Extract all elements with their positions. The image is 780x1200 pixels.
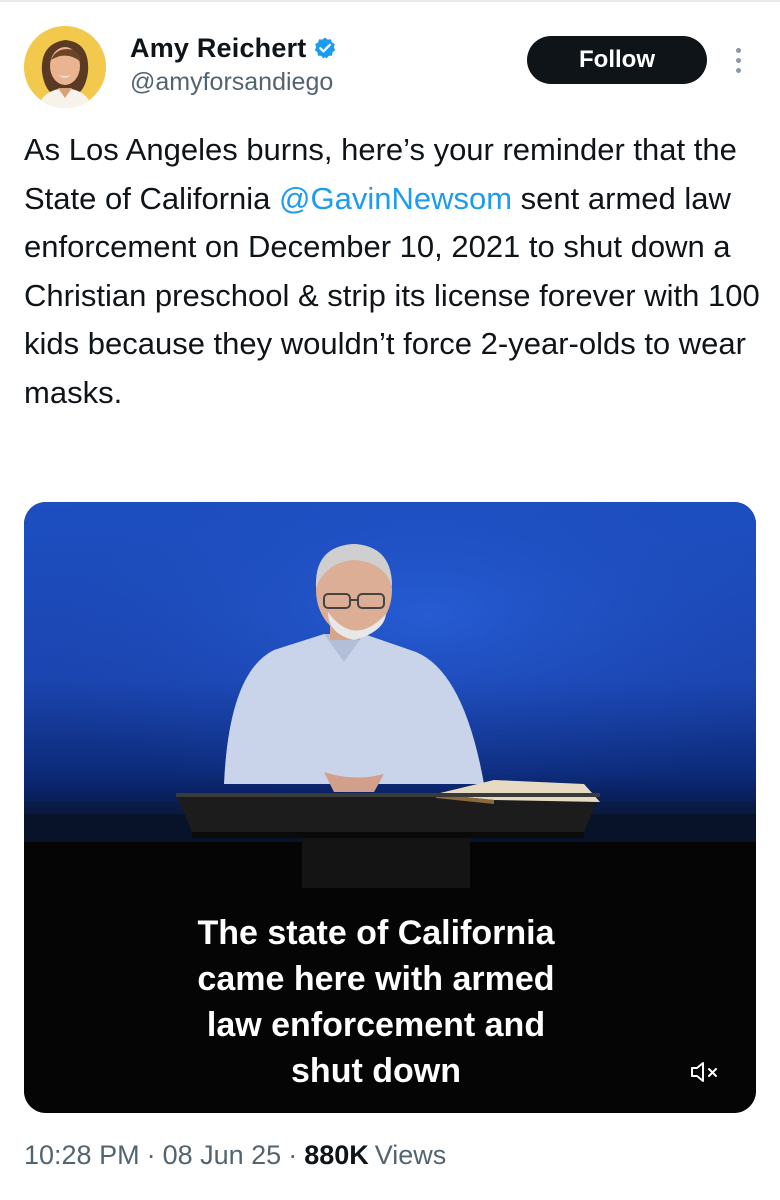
views-count[interactable]: 880K bbox=[304, 1140, 369, 1171]
tweet-time[interactable]: 10:28 PM bbox=[24, 1140, 140, 1171]
avatar-photo bbox=[24, 26, 106, 108]
video-frame bbox=[24, 502, 756, 1113]
more-dot bbox=[735, 67, 741, 73]
views-label: Views bbox=[374, 1140, 447, 1170]
video-player[interactable]: The state of California came here with a… bbox=[24, 502, 756, 1113]
tweet-text: As Los Angeles burns, here’s your remind… bbox=[24, 126, 760, 417]
tweet-meta: 10:28 PM · 08 Jun 25 · 880K Views bbox=[24, 1140, 446, 1171]
top-divider bbox=[0, 0, 780, 2]
display-name-row: Amy Reichert bbox=[130, 30, 337, 66]
follow-button[interactable]: Follow bbox=[527, 36, 707, 84]
more-dot bbox=[735, 47, 741, 53]
tweet-date[interactable]: 08 Jun 25 bbox=[163, 1140, 282, 1171]
verified-badge-icon bbox=[315, 37, 336, 59]
muted-speaker-icon[interactable] bbox=[688, 1058, 722, 1086]
author-names: Amy Reichert @amyforsandiego bbox=[130, 30, 337, 97]
meta-separator: · bbox=[288, 1140, 298, 1170]
tweet-header: Amy Reichert @amyforsandiego Follow bbox=[24, 26, 756, 112]
avatar[interactable] bbox=[24, 26, 106, 108]
author-handle[interactable]: @amyforsandiego bbox=[130, 68, 337, 97]
more-dot bbox=[735, 57, 741, 63]
meta-separator: · bbox=[146, 1140, 156, 1170]
more-vertical-icon[interactable] bbox=[726, 42, 750, 78]
display-name[interactable]: Amy Reichert bbox=[130, 33, 306, 64]
mention-link[interactable]: @GavinNewsom bbox=[279, 181, 512, 216]
